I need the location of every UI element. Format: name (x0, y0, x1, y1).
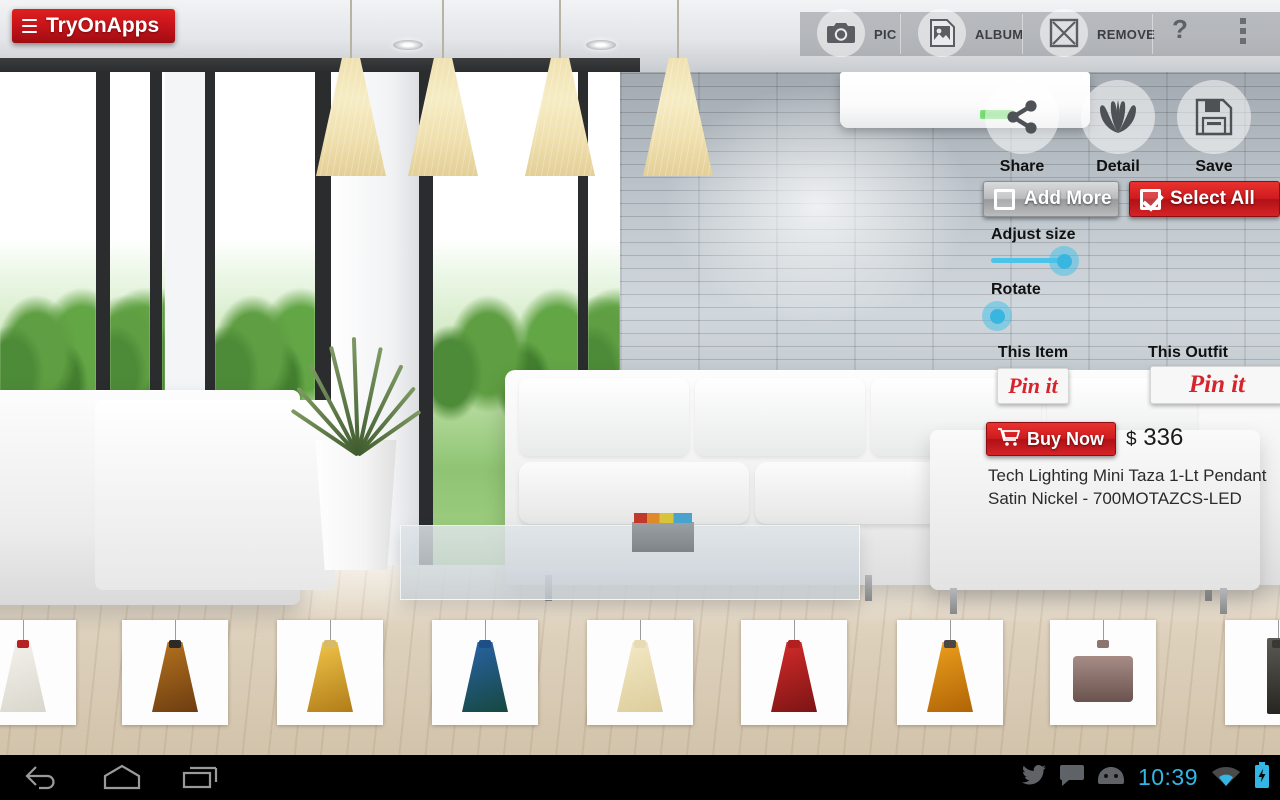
filmstrip-thumbnail[interactable] (277, 620, 383, 725)
blue-green-swirl-pendant-icon (462, 642, 508, 712)
amber-cone-pendant-icon (927, 642, 973, 712)
add-more-label: Add More (1024, 188, 1112, 209)
adjust-size-slider-group: Adjust size (991, 226, 1280, 284)
remove-button[interactable]: REMOVE (1040, 9, 1156, 57)
filmstrip-thumbnail[interactable] (1225, 620, 1280, 725)
product-filmstrip[interactable] (0, 620, 1280, 725)
chat-bubble-icon (1059, 764, 1084, 791)
add-more-checkbox[interactable] (994, 188, 1015, 210)
pendant-cap (1272, 640, 1280, 648)
album-photo-icon[interactable] (918, 9, 966, 57)
album-button[interactable]: ALBUM (918, 9, 1024, 57)
twitter-bird-icon (1021, 764, 1046, 790)
plant-pot (315, 440, 397, 570)
rotate-slider-group: Rotate (982, 281, 1280, 331)
pendant-cap (1097, 640, 1109, 648)
toolbar-divider (1022, 14, 1023, 54)
amber-wood-pendant-icon (152, 642, 198, 712)
adjust-size-thumb[interactable] (1049, 246, 1079, 276)
potted-plant (288, 330, 428, 457)
back-arrow-icon[interactable] (24, 764, 58, 792)
select-all-button[interactable]: Select All (1129, 181, 1280, 217)
top-action-bar: TryOnApps PIC ALBUM REMOVE ? (0, 0, 1280, 57)
filmstrip-thumbnail[interactable] (741, 620, 847, 725)
price-currency: $ (1126, 429, 1137, 450)
album-label: ALBUM (975, 26, 1024, 42)
panel-action-icons: Share Detail Save (985, 80, 1280, 175)
adjust-size-label: Adjust size (991, 226, 1076, 243)
hamburger-icon[interactable] (22, 19, 37, 33)
camera-icon[interactable] (817, 9, 865, 57)
app-name-label: TryOnApps (46, 14, 160, 37)
coffee-table (400, 525, 860, 600)
pendant-cap (634, 640, 646, 648)
recent-apps-icon[interactable] (182, 764, 220, 792)
android-robot-icon (1097, 766, 1124, 789)
pendant-cap (944, 640, 956, 648)
ceiling-edge-beam (0, 58, 640, 72)
gold-swirl-pendant-icon (307, 642, 353, 712)
dark-cylinder-pendant-icon (1267, 638, 1280, 714)
app-logo-button[interactable]: TryOnApps (12, 9, 176, 43)
add-more-button[interactable]: Add More (983, 181, 1119, 217)
help-button[interactable]: ? (1172, 14, 1188, 45)
this-outfit-caption: This Outfit (1148, 344, 1228, 361)
rotate-label: Rotate (991, 281, 1041, 298)
battery-charging-icon (1254, 762, 1270, 793)
save-label: Save (1195, 158, 1233, 175)
product-name-label: Tech Lighting Mini Taza 1-Lt Pendant Sat… (988, 466, 1267, 508)
filmstrip-thumbnail[interactable] (1050, 620, 1156, 725)
filmstrip-thumbnail[interactable] (432, 620, 538, 725)
selection-buttons-row: Add More Select All (983, 181, 1280, 217)
pendant-cap (788, 640, 800, 648)
this-item-pin-group: This Item Pin it (968, 344, 1098, 404)
pic-label: PIC (874, 26, 897, 42)
pendant-cap (324, 640, 336, 648)
detail-button[interactable] (1081, 80, 1155, 154)
status-bar-right: 10:39 (1021, 755, 1270, 800)
toolbar-divider (900, 14, 901, 54)
pin-it-this-outfit-button[interactable]: Pin it (1150, 366, 1280, 404)
wifi-icon (1212, 765, 1240, 791)
rotate-thumb[interactable] (982, 301, 1012, 331)
save-button[interactable] (1177, 80, 1251, 154)
close-x-icon[interactable] (1040, 9, 1088, 57)
detail-label: Detail (1096, 158, 1140, 175)
buy-now-label: Buy Now (1026, 428, 1104, 449)
pendant-cap (17, 640, 29, 648)
pendant-cap (479, 640, 491, 648)
price-display: $ 336 (1126, 424, 1183, 452)
pic-button[interactable]: PIC (817, 9, 897, 57)
cream-taza-pendant-icon (617, 642, 663, 712)
remove-label: REMOVE (1097, 26, 1156, 42)
more-vertical-icon[interactable] (1240, 18, 1246, 48)
this-outfit-pin-group: This Outfit (1123, 344, 1253, 362)
this-item-caption: This Item (997, 344, 1069, 361)
filmstrip-thumbnail[interactable] (0, 620, 76, 725)
pin-it-this-item-button[interactable]: Pin it (997, 368, 1069, 404)
app-screen: TryOnApps PIC ALBUM REMOVE ? Share Detai… (0, 0, 1280, 800)
share-label: Share (999, 158, 1045, 175)
shopping-cart-icon (997, 427, 1021, 451)
brown-drum-pendant-icon (1073, 656, 1133, 702)
select-all-checkbox[interactable] (1140, 188, 1161, 210)
share-button[interactable] (985, 80, 1059, 154)
buy-now-button[interactable]: Buy Now (986, 422, 1116, 456)
filmstrip-thumbnail[interactable] (122, 620, 228, 725)
home-icon[interactable] (102, 764, 142, 792)
clear-spun-pendant-icon (0, 642, 46, 712)
filmstrip-thumbnail[interactable] (897, 620, 1003, 725)
table-books (632, 513, 694, 552)
select-all-label: Select All (1170, 188, 1255, 209)
status-clock: 10:39 (1137, 764, 1198, 790)
red-swirl-pendant-icon (771, 642, 817, 712)
pendant-cap (169, 640, 181, 648)
android-navigation-bar: 10:39 (0, 755, 1280, 800)
price-amount: 336 (1143, 424, 1184, 451)
toolbar-divider (1152, 14, 1153, 54)
filmstrip-thumbnail[interactable] (587, 620, 693, 725)
